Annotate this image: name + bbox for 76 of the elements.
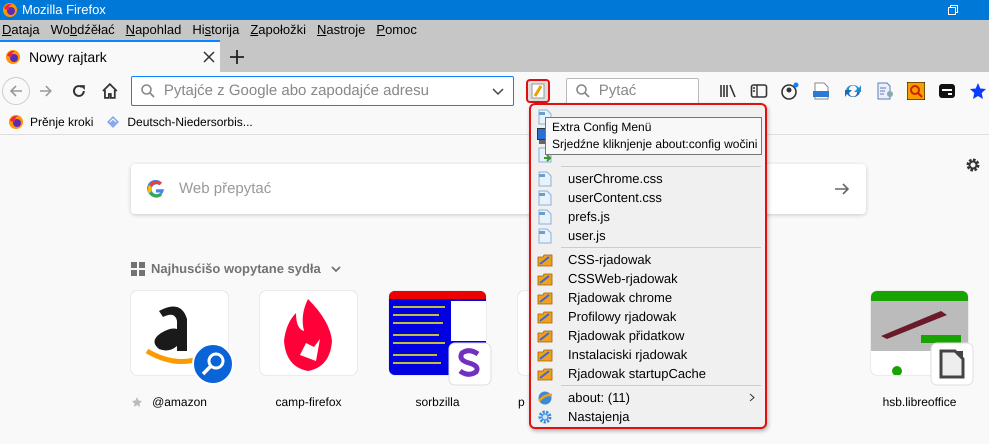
- search-icon: [574, 83, 591, 99]
- sidebar-icon[interactable]: [750, 83, 768, 99]
- menu-item[interactable]: Zapołožki: [250, 20, 306, 40]
- menu-item[interactable]: Rjadowak startupCache: [531, 364, 765, 383]
- section-heading: Najhusćišo wopytane sydła: [151, 260, 321, 278]
- search-icon[interactable]: [906, 82, 925, 100]
- drive-icon[interactable]: [938, 82, 956, 100]
- config-icon[interactable]: [876, 82, 894, 100]
- folder-icon: [537, 252, 553, 268]
- folder-icon: [537, 290, 553, 306]
- globe-icon: [537, 390, 553, 406]
- menu-item[interactable]: user.js: [531, 226, 765, 245]
- firefox-logo-icon: [2, 2, 18, 18]
- forward-icon[interactable]: [38, 83, 54, 99]
- menu-item[interactable]: userChrome.css: [531, 169, 765, 188]
- tooltip: Extra Config Menü Srjedźne kliknjenje about:config wočini: [545, 117, 762, 155]
- restore-icon[interactable]: [947, 4, 959, 16]
- site-label: @amazon: [152, 394, 207, 410]
- menu-item[interactable]: Instalaciski rjadowak: [531, 345, 765, 364]
- reload-icon[interactable]: [71, 83, 88, 99]
- config-menu-button[interactable]: [526, 79, 550, 103]
- new-tab-icon[interactable]: [230, 50, 244, 64]
- diamond-icon: [105, 114, 122, 130]
- menu-item[interactable]: Rjadowak přidatkow: [531, 326, 765, 345]
- menu-item[interactable]: Dataja: [2, 20, 40, 40]
- chevron-icon[interactable]: [330, 264, 341, 274]
- address-bar[interactable]: Pytajće z Google abo zapodajće adresu: [130, 76, 514, 106]
- back-arrow-icon: [8, 83, 24, 99]
- menu-item[interactable]: Profilowy rjadowak: [531, 307, 765, 326]
- menu-item[interactable]: Wobdźěłać: [50, 20, 115, 40]
- folder-icon: [537, 270, 553, 286]
- search-field[interactable]: Pytać: [566, 78, 699, 104]
- menu-item[interactable]: CSS-rjadowak: [531, 250, 765, 269]
- file-icon: [537, 190, 553, 206]
- library-icon[interactable]: [718, 83, 737, 99]
- close-icon[interactable]: [203, 51, 215, 63]
- sync-icon[interactable]: [842, 82, 863, 100]
- folder-icon: [537, 308, 553, 324]
- firefox-logo-icon: [8, 114, 24, 130]
- site-label: hsb.libreoffice: [882, 394, 956, 410]
- star-icon[interactable]: [968, 82, 987, 100]
- menu-item[interactable]: Pomoc: [376, 20, 417, 40]
- menu-item[interactable]: CSSWeb-rjadowak: [531, 269, 765, 288]
- menu-item[interactable]: about: (11): [531, 388, 765, 407]
- firefox-logo-icon: [5, 49, 21, 65]
- file-icon: [537, 170, 553, 186]
- google-logo-icon: [147, 180, 165, 198]
- pencil-icon: [530, 83, 545, 99]
- monitor-icon: [537, 128, 545, 144]
- folder-icon: [537, 366, 553, 382]
- back-button[interactable]: [2, 77, 30, 105]
- menu-item[interactable]: Rjadowak chrome: [531, 288, 765, 307]
- settings-icon: [537, 408, 553, 424]
- arrow-icon[interactable]: [834, 181, 850, 197]
- settings-icon[interactable]: [964, 156, 982, 174]
- bookmark[interactable]: Deutsch-Niedersorbis...: [105, 113, 253, 131]
- site-label: sorbzilla: [415, 394, 460, 410]
- folder-icon: [537, 346, 553, 362]
- css-file-icon[interactable]: [812, 82, 830, 100]
- site-label: p: [518, 394, 525, 410]
- tab[interactable]: Nowy rajtark: [0, 40, 220, 72]
- grid-icon: [131, 262, 145, 276]
- site-label: camp-firefox: [275, 394, 342, 410]
- menu-item[interactable]: Nastajenja: [531, 407, 765, 426]
- menu-item[interactable]: Napohlad: [126, 20, 182, 40]
- search-icon: [140, 83, 156, 99]
- account-icon[interactable]: [780, 82, 799, 100]
- bookmark[interactable]: Prěnje kroki: [8, 113, 94, 131]
- file-icon: [537, 228, 553, 244]
- folder-icon: [537, 328, 553, 344]
- window-title: Mozilla Firefox: [22, 1, 106, 20]
- menu-item[interactable]: Nastroje: [316, 20, 366, 40]
- home-icon[interactable]: [101, 82, 119, 100]
- file-icon: [537, 208, 553, 224]
- menu-item[interactable]: userContent.css: [531, 188, 765, 207]
- menu-item[interactable]: Historija: [192, 20, 240, 40]
